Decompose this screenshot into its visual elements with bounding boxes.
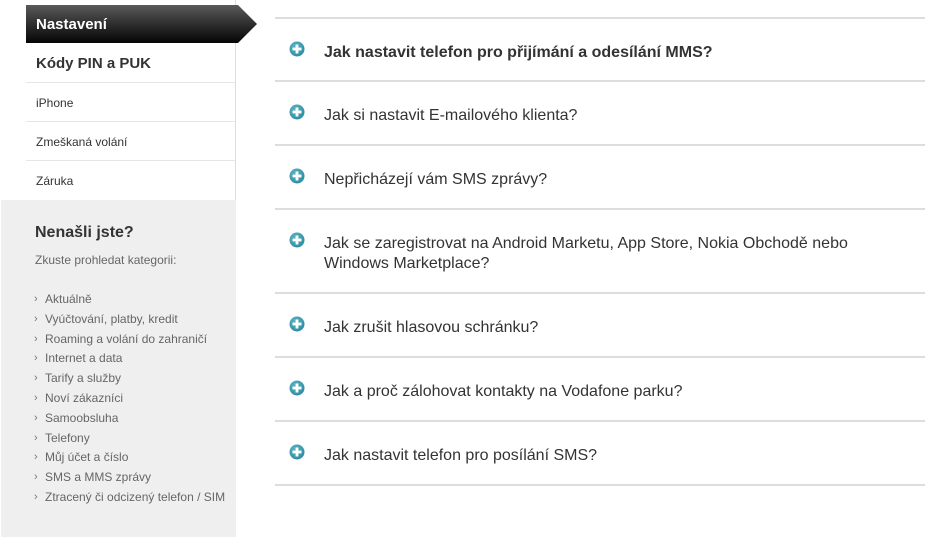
category-list: › Aktuálně › Vyúčtování, platby, kredit › Roa… xyxy=(34,290,234,508)
chevron-right-icon: › xyxy=(34,431,38,444)
category-link[interactable]: › Internet a data xyxy=(34,349,234,369)
chevron-right-icon: › xyxy=(34,332,38,345)
chevron-right-icon: › xyxy=(34,451,38,464)
chevron-right-icon: › xyxy=(34,352,38,365)
faq-question[interactable]: Jak zrušit hlasovou schránku? xyxy=(324,318,914,338)
category-link[interactable]: › Tarify a služby xyxy=(34,369,234,389)
plus-circle-icon[interactable] xyxy=(289,444,305,460)
nav-item-label: iPhone xyxy=(36,96,74,110)
category-link[interactable]: › Telefony xyxy=(34,429,234,449)
category-label: Telefony xyxy=(45,430,90,445)
chevron-right-icon: › xyxy=(34,293,38,305)
faq-question[interactable]: Nepřicházejí vám SMS zprávy? xyxy=(324,170,914,190)
category-label: Internet a data xyxy=(45,351,123,366)
category-link[interactable]: › Roaming a volání do zahraničí xyxy=(34,330,234,350)
nav-item-iphone[interactable]: iPhone xyxy=(26,83,235,122)
chevron-right-icon: › xyxy=(34,312,38,325)
category-label: Můj účet a číslo xyxy=(45,450,129,465)
faq-question[interactable]: Jak nastavit telefon pro přijímání a ode… xyxy=(324,43,914,63)
plus-circle-icon[interactable] xyxy=(289,104,305,120)
chevron-right-icon: › xyxy=(34,411,38,424)
faq-question[interactable]: Jak a proč zálohovat kontakty na Vodafon… xyxy=(324,382,914,402)
faq-item[interactable]: Jak zrušit hlasovou schránku? xyxy=(275,294,925,358)
category-label: Vyúčtování, platby, kredit xyxy=(45,311,178,326)
faq-item[interactable]: Jak nastavit telefon pro posílání SMS? xyxy=(275,422,925,486)
nav-item-zmeskana-volani[interactable]: Zmeškaná volání xyxy=(26,122,235,161)
chevron-right-icon: › xyxy=(34,471,38,484)
faq-item[interactable]: Nepřicházejí vám SMS zprávy? xyxy=(275,146,925,210)
category-link[interactable]: › Ztracený či odcizený telefon / SIM xyxy=(34,488,234,508)
nav-item-kody-pin-puk[interactable]: Kódy PIN a PUK xyxy=(26,43,235,83)
faq-item[interactable]: Jak nastavit telefon pro přijímání a ode… xyxy=(275,19,925,82)
category-label: Tarify a služby xyxy=(45,371,122,386)
plus-circle-icon[interactable] xyxy=(289,168,305,184)
faq-question[interactable]: Jak se zaregistrovat na Android Marketu,… xyxy=(324,234,914,274)
plus-circle-icon[interactable] xyxy=(289,316,305,332)
faq-question[interactable]: Jak nastavit telefon pro posílání SMS? xyxy=(324,446,914,466)
category-label: SMS a MMS zprávy xyxy=(45,470,152,485)
plus-circle-icon[interactable] xyxy=(289,380,305,396)
nav-item-label: Zmeškaná volání xyxy=(36,135,128,149)
category-link[interactable]: › Noví zákazníci xyxy=(34,389,234,409)
category-link[interactable]: › Samoobsluha xyxy=(34,409,234,429)
faq-item[interactable]: Jak si nastavit E-mailového klienta? xyxy=(275,82,925,146)
help-subtitle: Zkuste prohledat kategorii: xyxy=(35,253,177,267)
chevron-right-icon: › xyxy=(34,372,38,385)
nav-item-label: Záruka xyxy=(36,174,74,188)
category-label: Samoobsluha xyxy=(45,410,119,425)
sidebar: Nastavení Kódy PIN a PUK iPhone Zmeškaná… xyxy=(0,0,257,543)
category-label: Aktuálně xyxy=(45,292,92,306)
chevron-right-icon: › xyxy=(34,490,38,503)
category-link[interactable]: › Vyúčtování, platby, kredit xyxy=(34,310,234,330)
plus-circle-icon[interactable] xyxy=(289,232,305,248)
faq-list: Jak nastavit telefon pro přijímání a ode… xyxy=(275,17,925,486)
help-title: Nenašli jste? xyxy=(35,224,134,241)
category-label: Noví zákazníci xyxy=(45,390,124,405)
nav-header-label: Nastavení xyxy=(36,16,107,33)
nav-item-zaruka[interactable]: Záruka xyxy=(26,161,235,200)
plus-circle-icon[interactable] xyxy=(289,41,305,57)
category-link[interactable]: › SMS a MMS zprávy xyxy=(34,468,234,488)
faq-item[interactable]: Jak a proč zálohovat kontakty na Vodafon… xyxy=(275,358,925,422)
category-link[interactable]: › Aktuálně xyxy=(34,290,234,310)
nav-header-nastaveni[interactable]: Nastavení xyxy=(26,5,257,43)
faq-question[interactable]: Jak si nastavit E-mailového klienta? xyxy=(324,106,914,126)
category-link[interactable]: › Můj účet a číslo xyxy=(34,448,234,468)
chevron-right-icon: › xyxy=(34,391,38,404)
faq-item[interactable]: Jak se zaregistrovat na Android Marketu,… xyxy=(275,210,925,294)
category-label: Roaming a volání do zahraničí xyxy=(45,331,208,346)
nav-item-label: Kódy PIN a PUK xyxy=(36,55,152,72)
category-label: Ztracený či odcizený telefon / SIM xyxy=(45,489,226,504)
